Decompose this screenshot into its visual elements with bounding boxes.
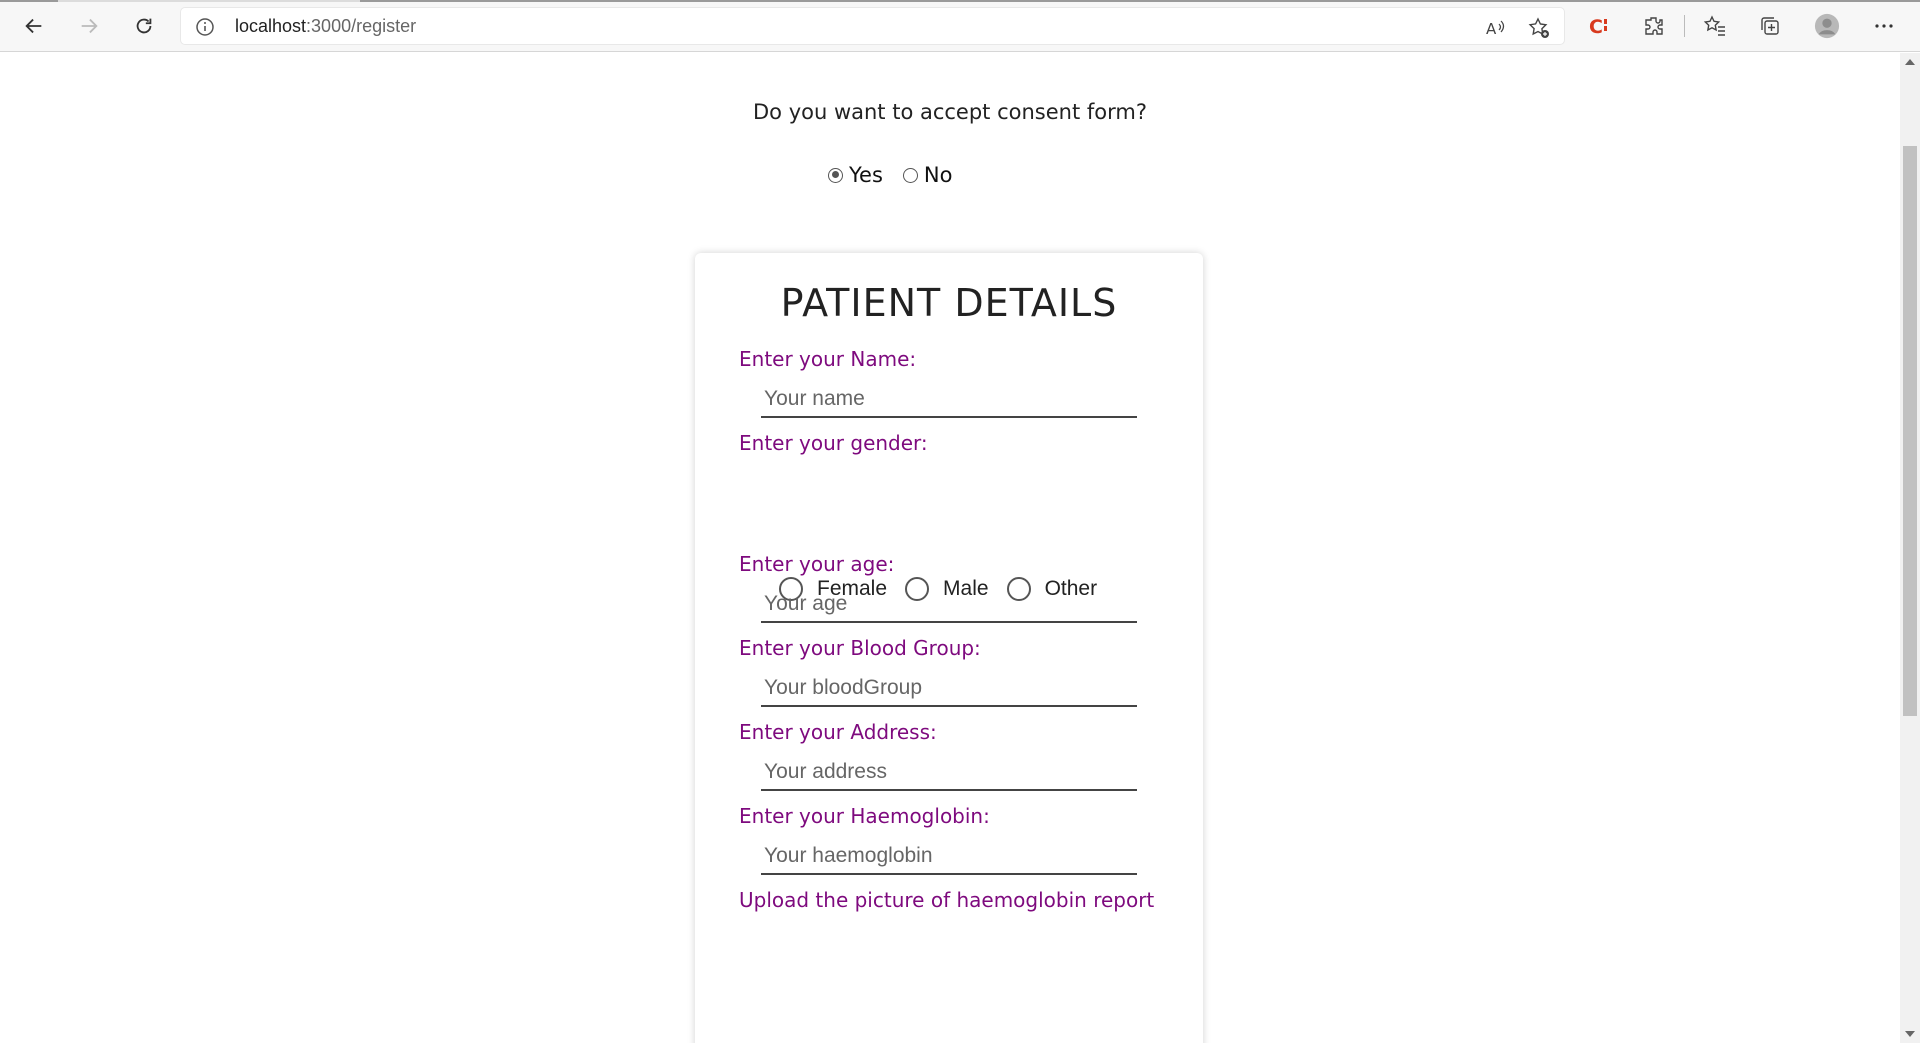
scroll-thumb[interactable] — [1903, 146, 1917, 716]
extensions-icon[interactable] — [1641, 13, 1667, 39]
reload-icon — [136, 18, 152, 34]
tab-strip-highlight — [360, 0, 1920, 2]
url-path: :3000/register — [306, 16, 417, 36]
address-input[interactable] — [761, 755, 1137, 791]
consent-yes-option[interactable]: Yes — [828, 163, 883, 187]
blood-group-label: Enter your Blood Group: — [739, 636, 981, 660]
svg-text:A: A — [1486, 20, 1497, 38]
svg-text:C: C — [1589, 16, 1603, 38]
consent-yes-label: Yes — [849, 163, 883, 187]
favorites-icon[interactable] — [1702, 13, 1728, 39]
read-aloud-icon[interactable]: A — [1483, 16, 1507, 40]
arrow-right-icon — [81, 18, 98, 34]
form-title: PATIENT DETAILS — [780, 281, 1118, 325]
collections-icon[interactable] — [1757, 13, 1783, 39]
haemoglobin-input[interactable] — [761, 839, 1137, 875]
upload-label: Upload the picture of haemoglobin report — [739, 888, 1155, 912]
profile-avatar-icon[interactable] — [1814, 13, 1840, 39]
consent-no-label: No — [923, 163, 953, 187]
consent-options: Yes No — [828, 163, 972, 187]
patient-details-card: PATIENT DETAILS Enter your Name: Enter y… — [695, 253, 1203, 1043]
scroll-up-arrow-icon[interactable] — [1905, 59, 1915, 65]
age-input[interactable] — [761, 587, 1137, 623]
blood-group-input[interactable] — [761, 671, 1137, 707]
age-label: Enter your age: — [739, 552, 895, 576]
browser-toolbar: localhost:3000/register A C — [0, 0, 1920, 52]
url-host: localhost — [235, 16, 307, 36]
name-input[interactable] — [761, 382, 1137, 418]
consent-yes-radio[interactable] — [828, 167, 843, 183]
address-bar[interactable]: localhost:3000/register A — [180, 7, 1565, 45]
back-button[interactable] — [17, 9, 51, 43]
info-icon[interactable] — [195, 17, 215, 37]
vertical-scrollbar[interactable] — [1900, 53, 1920, 1043]
scroll-down-arrow-icon[interactable] — [1905, 1031, 1915, 1037]
tab-strip-highlight — [0, 0, 58, 2]
name-label: Enter your Name: — [739, 347, 917, 371]
url-text[interactable]: localhost:3000/register — [235, 16, 416, 37]
toolbar-divider — [1684, 15, 1685, 37]
address-label: Enter your Address: — [739, 720, 937, 744]
extension-c-icon[interactable]: C — [1586, 13, 1612, 39]
gender-label: Enter your gender: — [739, 431, 928, 455]
page-viewport: Do you want to accept consent form? Yes … — [0, 53, 1900, 1043]
reload-button[interactable] — [127, 9, 161, 43]
consent-no-option[interactable]: No — [902, 163, 953, 187]
more-menu-icon[interactable] — [1871, 13, 1897, 39]
forward-button[interactable] — [72, 9, 106, 43]
add-favorite-icon[interactable] — [1527, 16, 1551, 40]
arrow-left-icon — [25, 18, 42, 34]
consent-no-radio[interactable] — [902, 167, 918, 183]
haemoglobin-label: Enter your Haemoglobin: — [739, 804, 990, 828]
consent-question: Do you want to accept consent form? — [753, 100, 1147, 124]
